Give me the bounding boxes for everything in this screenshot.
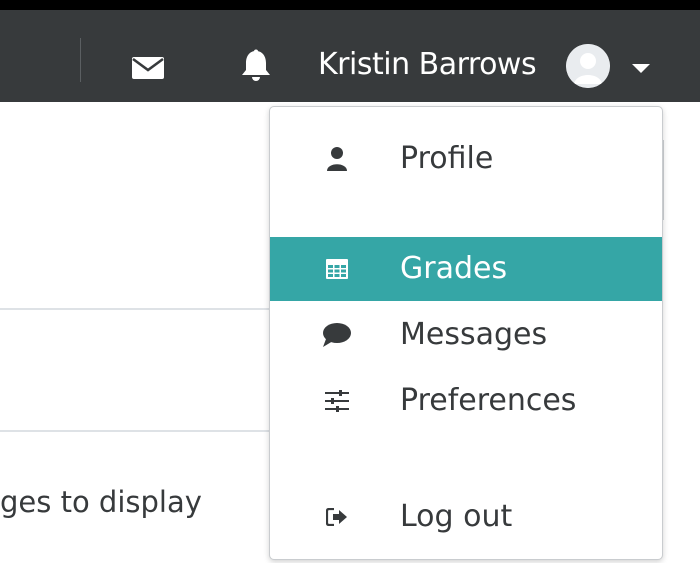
sign-out-icon — [322, 502, 352, 532]
messages-button[interactable] — [128, 54, 168, 82]
menu-item-profile[interactable]: Profile — [270, 127, 662, 191]
notifications-button[interactable] — [236, 46, 276, 86]
bell-icon — [242, 49, 270, 81]
comment-icon — [322, 320, 352, 350]
menu-item-messages[interactable]: Messages — [270, 303, 662, 367]
top-navbar: Kristin Barrows — [0, 0, 700, 102]
menu-item-label: Log out — [400, 499, 513, 534]
user-menu-dropdown: Profile Grades Messages Preferences Log … — [269, 106, 663, 560]
user-name[interactable]: Kristin Barrows — [318, 45, 537, 85]
menu-item-label: Grades — [400, 251, 508, 286]
content-divider — [0, 430, 270, 432]
caret-down-icon[interactable] — [632, 64, 650, 73]
avatar-icon — [566, 44, 610, 88]
menu-item-logout[interactable]: Log out — [270, 485, 662, 549]
menu-item-label: Preferences — [400, 383, 577, 418]
menu-item-label: Profile — [400, 141, 494, 176]
navbar-divider — [80, 38, 81, 82]
background-text: ges to display — [0, 485, 202, 519]
user-avatar[interactable] — [566, 44, 610, 88]
envelope-icon — [132, 57, 164, 79]
user-icon — [322, 144, 352, 174]
menu-item-preferences[interactable]: Preferences — [270, 369, 662, 433]
sliders-icon — [322, 386, 352, 416]
menu-item-label: Messages — [400, 317, 548, 352]
table-icon — [322, 254, 352, 284]
content-divider — [0, 308, 270, 310]
menu-item-grades[interactable]: Grades — [270, 237, 662, 301]
